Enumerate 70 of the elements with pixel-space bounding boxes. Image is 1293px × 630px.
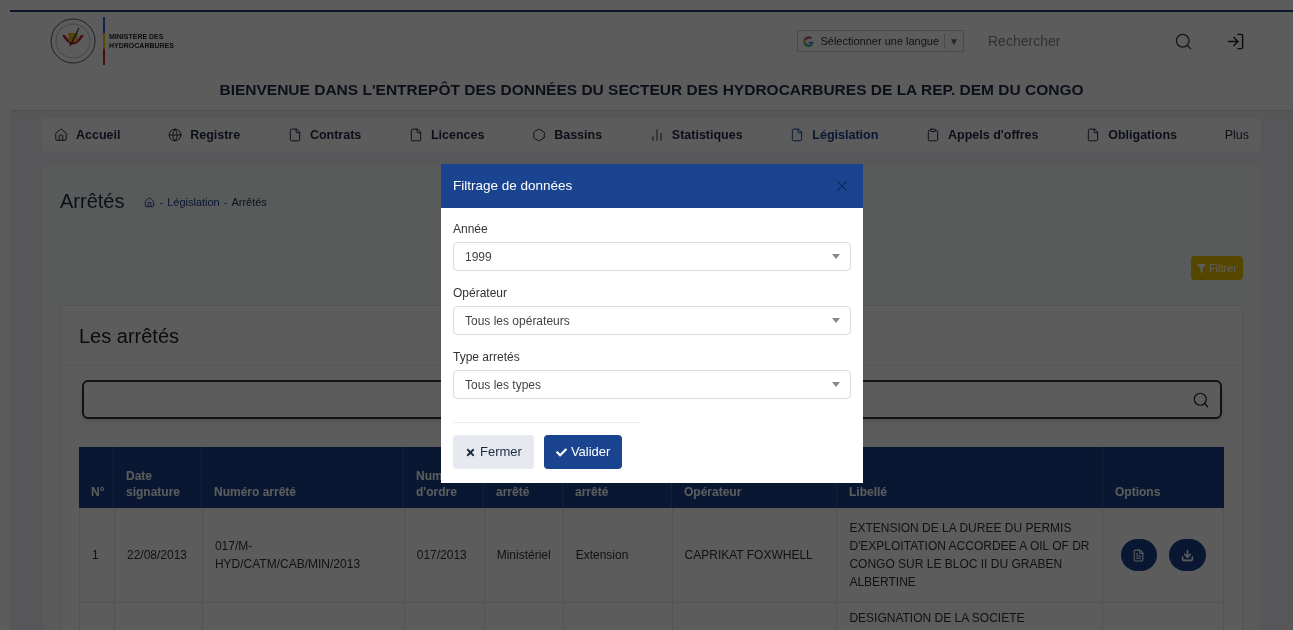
breadcrumb-current: Arrêtés [231, 195, 267, 211]
dropdown-caret-icon [832, 318, 840, 323]
nav-icon [790, 128, 805, 142]
nav-link[interactable]: Registre [168, 125, 241, 145]
login-icon[interactable] [1226, 31, 1245, 51]
search-icon[interactable] [1192, 390, 1210, 409]
nav-icon [408, 128, 423, 142]
nav-icon [287, 128, 302, 142]
select-field[interactable]: 1999 [453, 242, 851, 271]
table-cell-text: Ministériel [496, 547, 551, 564]
download-button[interactable] [1168, 539, 1206, 571]
dropdown-caret-icon [832, 382, 840, 387]
pdf-button[interactable] [1120, 539, 1157, 571]
nav-icon [649, 128, 664, 142]
table-cell-text: 22/08/2013 [127, 547, 188, 564]
filter-icon [1196, 263, 1206, 273]
table-cell-text: 017/M-HYD/CATM/CAB/MIN/2013 [214, 538, 362, 573]
select-field[interactable]: Tous les opérateurs [453, 306, 851, 335]
nav-link[interactable]: Statistiques [649, 125, 743, 145]
column-header: Libellé [849, 484, 888, 500]
nav-link[interactable]: Accueil [54, 125, 121, 145]
nav-link[interactable]: Licences [408, 125, 485, 145]
nav-icon [926, 128, 941, 142]
card-title: Les arrêtés [79, 323, 180, 349]
close-button[interactable]: Fermer [453, 435, 534, 469]
column-header: Options [1115, 484, 1162, 500]
home-icon[interactable] [144, 197, 156, 208]
nav-link[interactable]: Appels d'offres [926, 125, 1039, 145]
table-cell-text: CAPRIKAT FOXWHELL [684, 547, 813, 564]
emblem-icon [50, 18, 96, 64]
column-header: arrêté [575, 484, 610, 500]
nav-link[interactable]: Législation [790, 125, 879, 145]
page-title: Arrêtés [60, 189, 125, 214]
site-title: BIENVENUE DANS L'ENTREPÔT DES DONNÉES DU SECTEUR DES HYDROCARBURES DE LA REP. DEM DU CONGO [219, 80, 1084, 100]
table-cell-text: EXTENSION DE LA DUREE DU PERMIS D'EXPLOITATION ACCORDEE A OIL OF DR CONGO SUR LE BLOC II DU GRABEN ALBERTINE [849, 520, 1091, 591]
document-icon [1132, 548, 1146, 562]
nav-icon [168, 128, 183, 142]
column-header: Opérateur [684, 484, 743, 500]
check-icon [555, 446, 567, 458]
column-header: d'ordre [416, 484, 458, 500]
select-field[interactable]: Tous les types [453, 370, 851, 399]
column-header: signature [126, 484, 181, 500]
field-label: Type arretés [453, 349, 521, 366]
submit-button[interactable]: Valider [543, 435, 623, 469]
search-icon[interactable] [1174, 31, 1193, 51]
table-cell-text: Extension [575, 547, 629, 564]
close-icon [465, 446, 476, 458]
language-selector[interactable]: Sélectionner une langue ▼ [797, 30, 964, 52]
field-label: Opérateur [453, 285, 509, 302]
nav-link[interactable]: Plus [1224, 125, 1249, 145]
column-header: arrêté [496, 484, 531, 500]
dialog-title: Filtrage de données [453, 176, 573, 195]
breadcrumb-separator: - [159, 195, 164, 211]
g-logo-icon [802, 34, 816, 48]
table-cell-text: 1 [92, 547, 99, 564]
table-cell-text: DESIGNATION DE LA SOCIETE [849, 610, 1025, 627]
dropdown-caret-icon [832, 254, 840, 259]
column-header: Numéro arrêté [214, 484, 298, 500]
nav-icon [532, 128, 547, 142]
nav-icon [54, 128, 68, 142]
breadcrumb-link[interactable]: Législation [167, 194, 220, 211]
nav-link[interactable]: Obligations [1086, 125, 1177, 145]
nav-link[interactable]: Contrats [287, 125, 362, 145]
nav-link[interactable]: Bassins [532, 125, 603, 145]
download-icon [1180, 548, 1194, 562]
nav-icon [1086, 128, 1101, 142]
field-label: Année [453, 221, 489, 238]
table-cell-text: 017/2013 [416, 547, 467, 564]
column-header: Date [126, 468, 153, 484]
breadcrumb-separator: - [223, 195, 228, 211]
